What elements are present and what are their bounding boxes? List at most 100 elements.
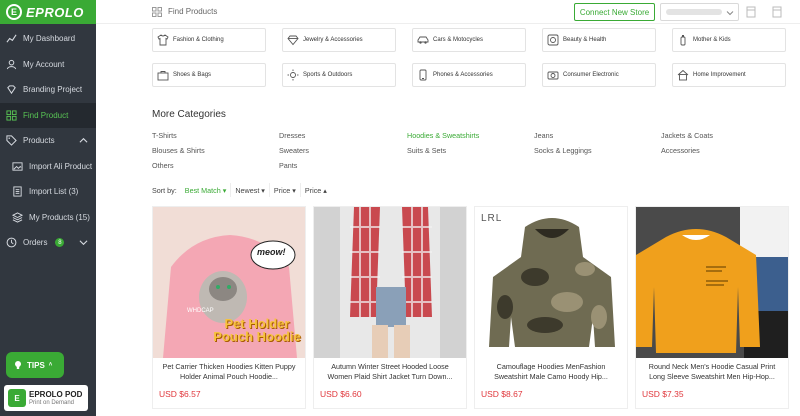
more-category-link[interactable]: Suits & Sets (407, 146, 446, 155)
car-icon (417, 36, 429, 44)
product-card[interactable]: LRL Camouflage Hoodies MenFashion Sweats… (474, 206, 628, 409)
product-card[interactable]: meow! WHDCAP Pet Holder Pouch Hoodie Pet… (152, 206, 306, 409)
bottle-icon (680, 35, 686, 46)
product-title[interactable]: Camouflage Hoodies MenFashion Sweatshirt… (475, 358, 627, 387)
category-beauty-health[interactable]: Beauty & Health (542, 28, 656, 52)
lightbulb-icon (15, 361, 21, 369)
pod-subtitle: Print on Demand (29, 399, 75, 406)
grid-icon (6, 110, 17, 121)
sort-label: Sort by: (152, 185, 177, 195)
camo-hoodie-image (475, 207, 627, 358)
sidebar-item-find-product[interactable]: Find Product (0, 102, 96, 128)
more-category-link[interactable]: Blouses & Shirts (152, 146, 205, 155)
tag-icon (6, 135, 17, 147)
category-fashion-clothing[interactable]: Fashion & Clothing (152, 28, 266, 52)
more-categories-title: More Categories (152, 109, 226, 120)
product-image[interactable]: meow! WHDCAP Pet Holder Pouch Hoodie (153, 207, 305, 358)
plaid-shirt-image (314, 207, 466, 358)
more-category-link[interactable]: Accessories (661, 146, 700, 155)
product-price: USD $6.60 (320, 389, 362, 399)
more-category-link[interactable]: Dresses (279, 131, 305, 140)
category-jewelry-accessories[interactable]: Jewelry & Accessories (282, 28, 396, 52)
category-mother-kids[interactable]: Mother & Kids (672, 28, 786, 52)
category-home-improvement[interactable]: Home Improvement (672, 63, 786, 87)
category-label: Shoes & Bags (173, 72, 212, 78)
clock-icon (6, 237, 17, 248)
beauty-icon (547, 34, 559, 46)
user-icon (6, 59, 17, 70)
product-price: USD $6.57 (159, 389, 201, 399)
more-category-link[interactable]: Jeans (534, 131, 553, 140)
category-label: Mother & Kids (693, 37, 731, 43)
orders-count-badge: 8 (55, 238, 65, 248)
more-category-link[interactable]: Socks & Leggings (534, 146, 592, 155)
connect-new-store-button[interactable]: Connect New Store (574, 3, 655, 21)
sidebar-item-orders[interactable]: Orders 8 (0, 230, 96, 256)
more-category-link[interactable]: Sweaters (279, 146, 309, 155)
category-consumer-electronic[interactable]: Consumer Electronic (542, 63, 656, 87)
document-icon[interactable] (772, 6, 782, 18)
product-grid: meow! WHDCAP Pet Holder Pouch Hoodie Pet… (152, 206, 800, 416)
sidebar-item-import-ali[interactable]: Import Ali Product (0, 154, 96, 180)
chevron-down-icon (79, 240, 88, 246)
store-select[interactable] (660, 3, 739, 21)
sun-icon (287, 69, 299, 81)
eprolo-pod-link[interactable]: E EPROLO POD Print on Demand (4, 385, 88, 411)
sort-price-asc[interactable]: Price ▴ (299, 183, 331, 197)
sidebar-item-dashboard[interactable]: My Dashboard (0, 26, 96, 52)
app-root: E EPROLO My Dashboard My Account Brandin… (0, 0, 800, 416)
more-category-link-active[interactable]: Hoodies & Sweatshirts (407, 131, 479, 140)
sort-bar: Sort by: Best Match ▾ Newest ▾ Price ▾ P… (152, 183, 331, 197)
product-image[interactable] (314, 207, 466, 358)
more-category-link[interactable]: Pants (279, 161, 297, 170)
store-name-redacted (666, 9, 722, 15)
product-overlay-text: Pet Holder Pouch Hoodie (213, 316, 301, 344)
product-title[interactable]: Autumn Winter Street Hooded Loose Women … (314, 358, 466, 387)
category-label: Fashion & Clothing (173, 37, 224, 43)
sidebar-item-import-list[interactable]: Import List (3) (0, 179, 96, 205)
chevron-up-icon (79, 138, 88, 143)
category-label: Sports & Outdoors (303, 72, 353, 78)
category-sports-outdoors[interactable]: Sports & Outdoors (282, 63, 396, 87)
logo-icon: E (6, 4, 22, 20)
sidebar-item-branding[interactable]: Branding Project (0, 77, 96, 103)
category-phones-accessories[interactable]: Phones & Accessories (412, 63, 526, 87)
sort-newest[interactable]: Newest ▾ (230, 183, 269, 197)
category-cars-motocycles[interactable]: Cars & Motocycles (412, 28, 526, 52)
product-card[interactable]: Round Neck Men's Hoodie Casual Print Lon… (635, 206, 789, 409)
sort-best-match[interactable]: Best Match ▾ (181, 183, 231, 197)
hoodie-caption-text: WHDCAP (187, 308, 214, 314)
category-label: Home Improvement (693, 72, 746, 78)
stack-icon (12, 212, 23, 223)
phone-icon (419, 69, 427, 81)
page-title: Find Products (168, 7, 218, 16)
more-category-link[interactable]: Jackets & Coats (661, 131, 713, 140)
sidebar-item-account[interactable]: My Account (0, 52, 96, 78)
category-label: Jewelry & Accessories (303, 37, 363, 43)
sidebar-item-my-products[interactable]: My Products (15) (0, 205, 96, 231)
house-icon (677, 69, 689, 81)
pod-title: EPROLO POD (29, 389, 83, 399)
logo[interactable]: E EPROLO (0, 0, 96, 24)
more-category-link[interactable]: Others (152, 161, 174, 170)
chart-line-icon (6, 33, 17, 44)
product-image[interactable]: LRL (475, 207, 627, 358)
sidebar-item-label: Find Product (23, 110, 69, 120)
product-title[interactable]: Round Neck Men's Hoodie Casual Print Lon… (636, 358, 788, 387)
main-content: Find Products Connect New Store Fashion … (96, 0, 800, 416)
sidebar-item-label: Orders (23, 238, 48, 248)
product-image[interactable] (636, 207, 788, 358)
logo-text: EPROLO (26, 4, 84, 20)
diamond-icon (6, 84, 17, 95)
sidebar: E EPROLO My Dashboard My Account Brandin… (0, 0, 96, 416)
sort-price-desc[interactable]: Price ▾ (268, 183, 300, 197)
category-label: Consumer Electronic (563, 72, 619, 78)
sidebar-item-products[interactable]: Products (0, 128, 96, 154)
product-card[interactable]: Autumn Winter Street Hooded Loose Women … (313, 206, 467, 409)
more-category-link[interactable]: T-Shirts (152, 131, 177, 140)
product-title[interactable]: Pet Carrier Thicken Hoodies Kitten Puppy… (153, 358, 305, 387)
category-label: Beauty & Health (563, 37, 607, 43)
document-icon[interactable] (746, 6, 756, 18)
category-shoes-bags[interactable]: Shoes & Bags (152, 63, 266, 87)
tips-button[interactable]: TIPS ˄ (6, 352, 64, 378)
